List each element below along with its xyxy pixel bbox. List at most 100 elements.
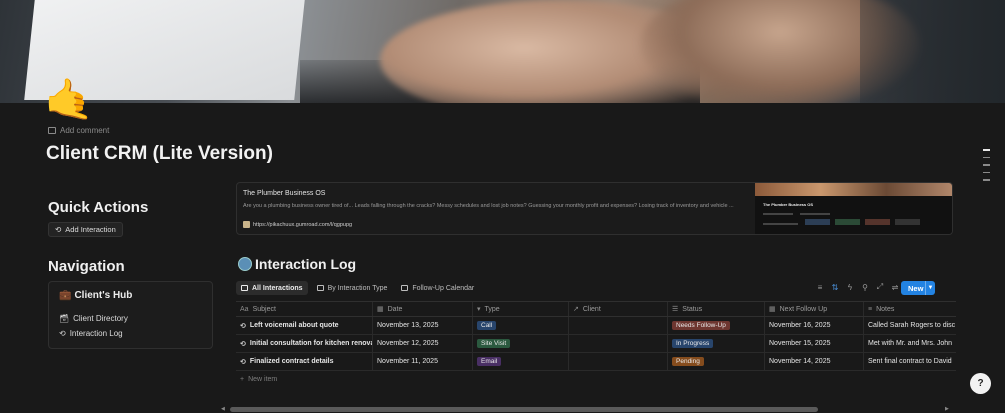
table-toolbar: ≡ ⇅ ϟ ⚲ ⤢ ⇌ bbox=[816, 282, 899, 292]
column-subject[interactable]: Aa Subject bbox=[236, 302, 373, 316]
add-comment-label: Add comment bbox=[60, 126, 110, 135]
cell-status[interactable]: Needs Follow-Up bbox=[668, 317, 765, 334]
add-interaction-button[interactable]: ⟲ Add Interaction bbox=[48, 222, 123, 237]
select-icon: ▾ bbox=[477, 306, 481, 313]
column-notes[interactable]: ≡ Notes bbox=[864, 302, 956, 316]
column-label: Client bbox=[582, 305, 601, 313]
history-icon bbox=[238, 257, 252, 271]
chevron-down-icon[interactable]: ▼ bbox=[925, 281, 935, 295]
bookmark-url: https://pikachuux.gumroad.com/l/qgpupg bbox=[243, 221, 352, 228]
cell-client[interactable] bbox=[569, 317, 668, 334]
cell-next-follow-up[interactable]: November 16, 2025 bbox=[765, 317, 864, 334]
nav-item-label: Client Directory bbox=[73, 314, 128, 323]
type-tag: Email bbox=[477, 357, 502, 366]
nav-item-client-directory[interactable]: 🗃 Client Directory bbox=[59, 314, 128, 323]
column-date[interactable]: ▦ Date bbox=[373, 302, 473, 316]
new-button-label: New bbox=[908, 283, 924, 293]
nav-item-label: Interaction Log bbox=[69, 329, 123, 338]
cell-type[interactable]: Site Visit bbox=[473, 335, 569, 352]
scroll-left-icon[interactable]: ◀ bbox=[221, 406, 225, 412]
new-item-button[interactable]: + New item bbox=[236, 371, 956, 387]
calendar-icon bbox=[401, 285, 409, 291]
interaction-log-heading: Interaction Log bbox=[238, 256, 356, 272]
cell-status[interactable]: In Progress bbox=[668, 335, 765, 352]
date-text: November 11, 2025 bbox=[377, 358, 438, 365]
thumbnail-title: The Plumber Business OS bbox=[763, 202, 814, 207]
favicon-icon bbox=[243, 221, 250, 228]
table-header: Aa Subject ▦ Date ▾ Type ↗ Client ☰ Status ▦ N… bbox=[236, 301, 956, 317]
status-badge: In Progress bbox=[672, 339, 714, 348]
text-icon: Aa bbox=[240, 305, 249, 313]
cell-notes[interactable]: Sent final contract to David bbox=[864, 353, 956, 370]
horizontal-scrollbar[interactable] bbox=[230, 407, 818, 412]
bookmark-card[interactable]: The Plumber Business OS Are you a plumbi… bbox=[236, 182, 953, 235]
add-comment-button[interactable]: Add comment bbox=[48, 126, 109, 135]
cell-next-follow-up[interactable]: November 14, 2025 bbox=[765, 353, 864, 370]
clients-hub-link[interactable]: 💼 Client's Hub bbox=[59, 290, 132, 301]
history-icon: ⟲ bbox=[55, 225, 62, 234]
tab-label: By Interaction Type bbox=[327, 284, 388, 292]
tab-by-interaction-type[interactable]: By Interaction Type bbox=[312, 281, 393, 295]
board-icon bbox=[316, 285, 324, 291]
table-row[interactable]: ⟲ Finalized contract details November 11, … bbox=[236, 353, 956, 371]
type-tag: Site Visit bbox=[477, 339, 511, 348]
cell-next-follow-up[interactable]: November 15, 2025 bbox=[765, 335, 864, 352]
bookmark-url-text: https://pikachuux.gumroad.com/l/qgpupg bbox=[253, 221, 353, 228]
next-follow-up-text: November 14, 2025 bbox=[769, 358, 831, 365]
notes-text: Sent final contract to David bbox=[868, 358, 952, 365]
table-row[interactable]: ⟲Initial consultation for kitchen renova… bbox=[236, 335, 956, 353]
cell-status[interactable]: Pending bbox=[668, 353, 765, 370]
new-item-label: New item bbox=[248, 375, 278, 383]
quick-actions-heading: Quick Actions bbox=[48, 199, 149, 216]
tab-all-interactions[interactable]: All Interactions bbox=[236, 281, 308, 295]
cell-notes[interactable]: Met with Mr. and Mrs. John bbox=[864, 335, 956, 352]
tab-follow-up-calendar[interactable]: Follow-Up Calendar bbox=[396, 281, 479, 295]
bookmark-title: The Plumber Business OS bbox=[243, 190, 326, 197]
filter-icon[interactable]: ≡ bbox=[816, 283, 824, 292]
cell-subject[interactable]: ⟲Initial consultation for kitchen renova… bbox=[236, 335, 373, 352]
date-text: November 12, 2025 bbox=[377, 340, 439, 347]
cell-date[interactable]: November 12, 2025 bbox=[373, 335, 473, 352]
nav-item-interaction-log[interactable]: ⟲ Interaction Log bbox=[59, 329, 123, 338]
cell-subject[interactable]: ⟲ Finalized contract details bbox=[236, 353, 373, 370]
page-icon[interactable]: 🤙 bbox=[44, 78, 94, 122]
expand-icon[interactable]: ⤢ bbox=[876, 282, 884, 292]
notes-text: Met with Mr. and Mrs. John bbox=[868, 340, 953, 347]
column-label: Notes bbox=[876, 305, 895, 313]
column-label: Date bbox=[387, 305, 403, 313]
cell-date[interactable]: November 11, 2025 bbox=[373, 353, 473, 370]
cell-notes[interactable]: Called Sarah Rogers to disc bbox=[864, 317, 956, 334]
subject-text: Initial consultation for kitchen renovat… bbox=[249, 340, 372, 347]
column-client[interactable]: ↗ Client bbox=[569, 302, 668, 316]
history-icon: ⟲ bbox=[59, 329, 66, 338]
interaction-table: Aa Subject ▦ Date ▾ Type ↗ Client ☰ Status ▦ N… bbox=[236, 301, 956, 387]
automation-icon[interactable]: ϟ bbox=[846, 283, 854, 292]
page-title: Client CRM (Lite Version) bbox=[46, 143, 273, 164]
column-next-follow-up[interactable]: ▦ Next Follow Up bbox=[765, 302, 864, 316]
help-avatar-icon[interactable]: ? bbox=[970, 373, 991, 394]
clients-hub-label: Client's Hub bbox=[74, 290, 133, 301]
type-tag: Call bbox=[477, 321, 497, 330]
subject-text: Finalized contract details bbox=[249, 358, 334, 365]
new-button[interactable]: New ▼ bbox=[901, 281, 935, 295]
cell-type[interactable]: Call bbox=[473, 317, 569, 334]
calendar-icon: ▦ bbox=[769, 306, 776, 313]
column-type[interactable]: ▾ Type bbox=[473, 302, 569, 316]
column-status[interactable]: ☰ Status bbox=[668, 302, 765, 316]
scroll-right-icon[interactable]: ▶ bbox=[945, 406, 949, 412]
status-badge: Pending bbox=[672, 357, 704, 366]
page-outline[interactable] bbox=[983, 149, 990, 187]
table-icon bbox=[241, 285, 248, 291]
cell-client[interactable] bbox=[569, 335, 668, 352]
settings-icon[interactable]: ⇌ bbox=[891, 283, 899, 292]
relation-icon: ↗ bbox=[573, 306, 579, 313]
search-icon[interactable]: ⚲ bbox=[861, 283, 869, 292]
notes-icon: ≡ bbox=[868, 305, 873, 313]
cell-date[interactable]: November 13, 2025 bbox=[373, 317, 473, 334]
cell-subject[interactable]: ⟲ Left voicemail about quote bbox=[236, 317, 373, 334]
cell-type[interactable]: Email bbox=[473, 353, 569, 370]
cell-client[interactable] bbox=[569, 353, 668, 370]
cover-image bbox=[0, 0, 1005, 103]
table-row[interactable]: ⟲ Left voicemail about quote November 13, … bbox=[236, 317, 956, 335]
sort-icon[interactable]: ⇅ bbox=[831, 283, 839, 292]
